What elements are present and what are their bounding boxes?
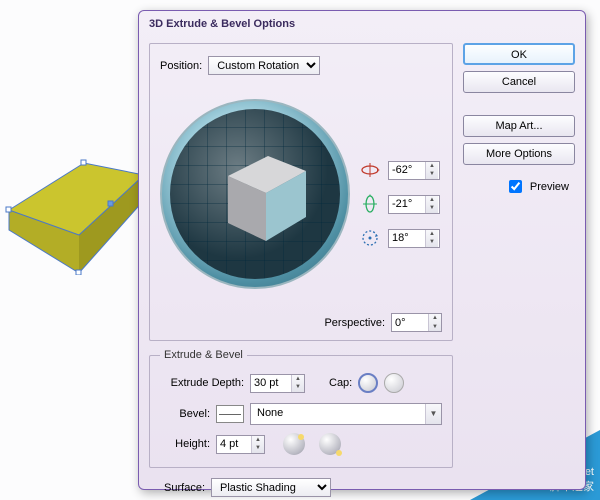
position-label: Position: [160,60,202,72]
rotate-y-icon [360,194,380,214]
angle-z-input[interactable]: ▲▼ [388,229,440,248]
rotate-z-icon [360,228,380,248]
preview-checkbox[interactable] [509,180,522,193]
map-art-button[interactable]: Map Art... [463,115,575,137]
cap-label: Cap: [329,377,352,389]
rotate-x-icon [360,160,380,180]
angle-y-input[interactable]: ▲▼ [388,195,440,214]
more-options-button[interactable]: More Options [463,143,575,165]
position-group: Position: Custom Rotation [149,43,453,341]
bevel-height-input[interactable]: ▲▼ [216,435,265,454]
dialog-title[interactable]: 3D Extrude & Bevel Options [139,11,585,37]
chevron-down-icon: ▼ [425,404,441,424]
cancel-button[interactable]: Cancel [463,71,575,93]
perspective-input[interactable]: ▲▼ [391,313,442,332]
extrude-bevel-group: Extrude & Bevel Extrude Depth: ▲▼ Cap: B… [149,349,453,468]
dialog-3d-extrude-bevel: 3D Extrude & Bevel Options Position: Cus… [138,10,586,490]
bevel-extent-in-button[interactable] [283,433,305,455]
canvas-3d-object[interactable] [4,155,149,275]
rotation-trackball[interactable] [160,99,350,289]
surface-select[interactable]: Plastic Shading [211,478,331,497]
perspective-label: Perspective: [324,317,385,329]
bevel-shape-icon [216,405,244,423]
extrude-depth-label: Extrude Depth: [160,377,244,389]
extrude-bevel-legend: Extrude & Bevel [160,349,247,361]
extrude-depth-input[interactable]: ▲▼ [250,374,305,393]
trackball-cube-icon [208,141,318,251]
preview-label: Preview [530,181,569,193]
height-label: Height: [160,438,210,450]
ok-button[interactable]: OK [463,43,575,65]
bevel-extent-out-button[interactable] [319,433,341,455]
position-select[interactable]: Custom Rotation [208,56,320,75]
surface-label: Surface: [149,482,205,494]
bevel-select[interactable]: None ▼ [250,403,442,425]
cap-off-button[interactable] [384,373,404,393]
bevel-label: Bevel: [160,408,210,420]
angle-x-input[interactable]: ▲▼ [388,161,440,180]
cap-on-button[interactable] [358,373,378,393]
